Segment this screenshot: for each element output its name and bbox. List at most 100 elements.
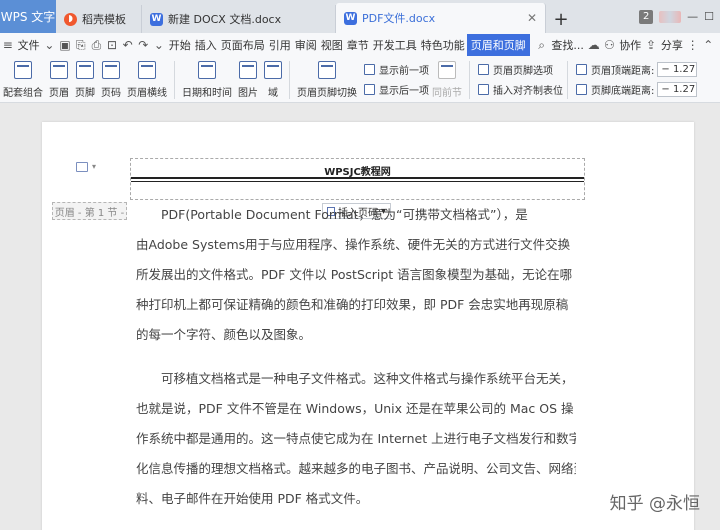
header-line	[131, 177, 584, 179]
header-icon	[50, 61, 68, 79]
paragraph-1[interactable]: PDF(Portable Document Format，意为“可携带文档格式”…	[136, 200, 576, 350]
header-top-distance: 页眉顶端距离: − 1.27	[576, 62, 698, 77]
ribbon-divider	[567, 61, 568, 99]
header-footer-options-button[interactable]: 页眉页脚选项	[478, 62, 563, 77]
chevron-down-icon[interactable]: ⌄	[151, 38, 167, 52]
header-line-thin	[131, 181, 584, 182]
tab-stop-icon	[478, 84, 489, 95]
menu-header-footer[interactable]: 页眉和页脚	[466, 34, 530, 56]
minimize-icon[interactable]: —	[687, 10, 698, 23]
page-number-icon	[102, 61, 120, 79]
text-line: 化信息传播的理想文档格式。越来越多的电子图书、产品说明、公司文告、网络资	[136, 461, 576, 476]
cloud-sync-icon[interactable]: ☁	[586, 38, 602, 52]
text-line: 所发展出的文件格式。PDF 文件以 PostScript 语言图象模型为基础，无…	[136, 267, 573, 282]
menu-reference[interactable]: 引用	[267, 37, 293, 53]
header-text: WPSJC教程网	[324, 167, 391, 178]
header-line-button[interactable]: 页眉横线	[124, 57, 170, 99]
calendar-icon	[198, 61, 216, 79]
maximize-icon[interactable]: ☐	[704, 10, 714, 23]
menu-view[interactable]: 视图	[319, 37, 345, 53]
page-number-button[interactable]: 页码	[98, 57, 124, 99]
collab-icon[interactable]: ⚇	[602, 38, 618, 52]
menu-file[interactable]: 文件	[16, 37, 42, 53]
tab-new-docx[interactable]: W 新建 DOCX 文档.docx	[142, 5, 336, 33]
previous-icon	[364, 64, 375, 75]
footer-distance-input[interactable]: − 1.27	[657, 82, 698, 97]
ribbon-divider	[174, 61, 175, 99]
date-time-button[interactable]: 日期和时间	[179, 57, 235, 99]
chevron-down-icon[interactable]: ▾	[92, 162, 96, 171]
document-canvas: ▾ WPSJC教程网 页眉 - 第 1 节 - 插入页码 ▾ PDF(Porta…	[0, 103, 720, 530]
navigation-group: 显示前一项 显示后一项	[360, 57, 429, 97]
show-previous-button[interactable]: 显示前一项	[364, 62, 429, 77]
add-tab-button[interactable]: +	[546, 5, 576, 33]
word-icon: W	[150, 12, 163, 26]
header-button[interactable]: 页眉	[46, 57, 72, 99]
header-section-tag: 页眉 - 第 1 节 -	[52, 202, 127, 220]
picture-icon	[239, 61, 257, 79]
collab-button[interactable]: 协作	[617, 37, 643, 53]
combo-button[interactable]: 配套组合	[0, 57, 46, 99]
menu-page-layout[interactable]: 页面布局	[219, 37, 267, 53]
menu-features[interactable]: 特色功能	[419, 37, 467, 53]
chevron-down-icon[interactable]: ⌄	[42, 38, 58, 52]
export-icon[interactable]: ⎘	[73, 38, 89, 53]
field-icon	[264, 61, 282, 79]
wps-home-tab[interactable]: WPS 文字	[0, 0, 56, 33]
ribbon-header-footer: 配套组合 页眉 页脚 页码 页眉横线 日期和时间 图片 域 页眉页脚切换 显示前…	[0, 57, 720, 103]
search-icon[interactable]: ⌕	[534, 38, 550, 53]
text-line: 的每一个字符、颜色以及图象。	[136, 327, 312, 342]
text-line: 由Adobe Systems用于与应用程序、操作系统、硬件无关的方式进行文件交换	[136, 237, 571, 252]
share-icon[interactable]: ⇪	[643, 38, 659, 52]
notification-badge[interactable]: 2	[639, 9, 654, 24]
more-icon[interactable]: ⋮	[685, 38, 701, 52]
text-line: 种打印机上都可保证精确的颜色和准确的打印效果，即 PDF 会忠实地再现原稿	[136, 297, 569, 312]
word-icon: W	[344, 11, 357, 25]
footer-button[interactable]: 页脚	[72, 57, 98, 99]
menu-start[interactable]: 开始	[167, 37, 193, 53]
field-button[interactable]: 域	[261, 57, 285, 99]
menu-section[interactable]: 章节	[345, 37, 371, 53]
ribbon-divider	[289, 61, 290, 99]
save-icon[interactable]: ▣	[57, 38, 73, 52]
footer-bottom-distance: 页脚底端距离: − 1.27	[576, 82, 698, 97]
header-footer-switch-button[interactable]: 页眉页脚切换	[294, 57, 360, 99]
text-line: 可移植文档格式是一种电子文件格式。这种文件格式与操作系统平台无关，	[161, 371, 574, 386]
header-distance-icon	[576, 64, 587, 75]
print-icon[interactable]: ⎙	[89, 38, 105, 53]
search-button[interactable]: 查找...	[549, 37, 586, 53]
share-button[interactable]: 分享	[659, 37, 685, 53]
preview-icon[interactable]: ⊡	[104, 38, 120, 52]
document-page[interactable]: ▾ WPSJC教程网 页眉 - 第 1 节 - 插入页码 ▾ PDF(Porta…	[42, 122, 694, 530]
menu-developer[interactable]: 开发工具	[371, 37, 419, 53]
text-line: 也就是说，PDF 文件不管是在 Windows，Unix 还是在苹果公司的 Ma…	[136, 401, 574, 416]
header-distance-input[interactable]: − 1.27	[657, 62, 698, 77]
menu-review[interactable]: 审阅	[293, 37, 319, 53]
options-icon	[478, 64, 489, 75]
undo-icon[interactable]: ↶	[120, 38, 136, 52]
text-line: 作系统中都是通用的。这一特点使它成为在 Internet 上进行电子文档发行和数…	[136, 431, 576, 446]
menu-insert[interactable]: 插入	[193, 37, 219, 53]
close-icon[interactable]: ✕	[519, 11, 537, 25]
hamburger-icon[interactable]: ≡	[0, 38, 16, 52]
watermark: 知乎 @永恒	[609, 494, 700, 514]
header-area[interactable]: WPSJC教程网	[130, 158, 585, 200]
tab-pdf-docx[interactable]: W PDF文件.docx ✕	[336, 3, 546, 33]
combo-icon	[14, 61, 32, 79]
collapse-ribbon-icon[interactable]: ⌃	[700, 38, 716, 52]
header-layout-icon[interactable]	[76, 162, 88, 172]
menu-bar: ≡ 文件 ⌄ ▣ ⎘ ⎙ ⊡ ↶ ↷ ⌄ 开始 插入 页面布局 引用 审阅 视图…	[0, 33, 720, 57]
text-line: 料、电子邮件在开始使用 PDF 格式文件。	[136, 491, 369, 506]
header-line-icon	[138, 61, 156, 79]
same-as-previous-button[interactable]: 同前节	[429, 57, 465, 99]
footer-icon	[76, 61, 94, 79]
insert-tab-stop-button[interactable]: 插入对齐制表位	[478, 82, 563, 97]
show-next-button[interactable]: 显示后一项	[364, 82, 429, 97]
picture-button[interactable]: 图片	[235, 57, 261, 99]
link-icon	[438, 61, 456, 79]
avatar[interactable]	[659, 10, 682, 23]
tab-daoke-template[interactable]: ◗ 稻壳模板	[56, 5, 142, 33]
paragraph-2[interactable]: 可移植文档格式是一种电子文件格式。这种文件格式与操作系统平台无关， 也就是说，P…	[136, 364, 576, 514]
ribbon-divider	[469, 61, 470, 99]
redo-icon[interactable]: ↷	[135, 38, 151, 52]
